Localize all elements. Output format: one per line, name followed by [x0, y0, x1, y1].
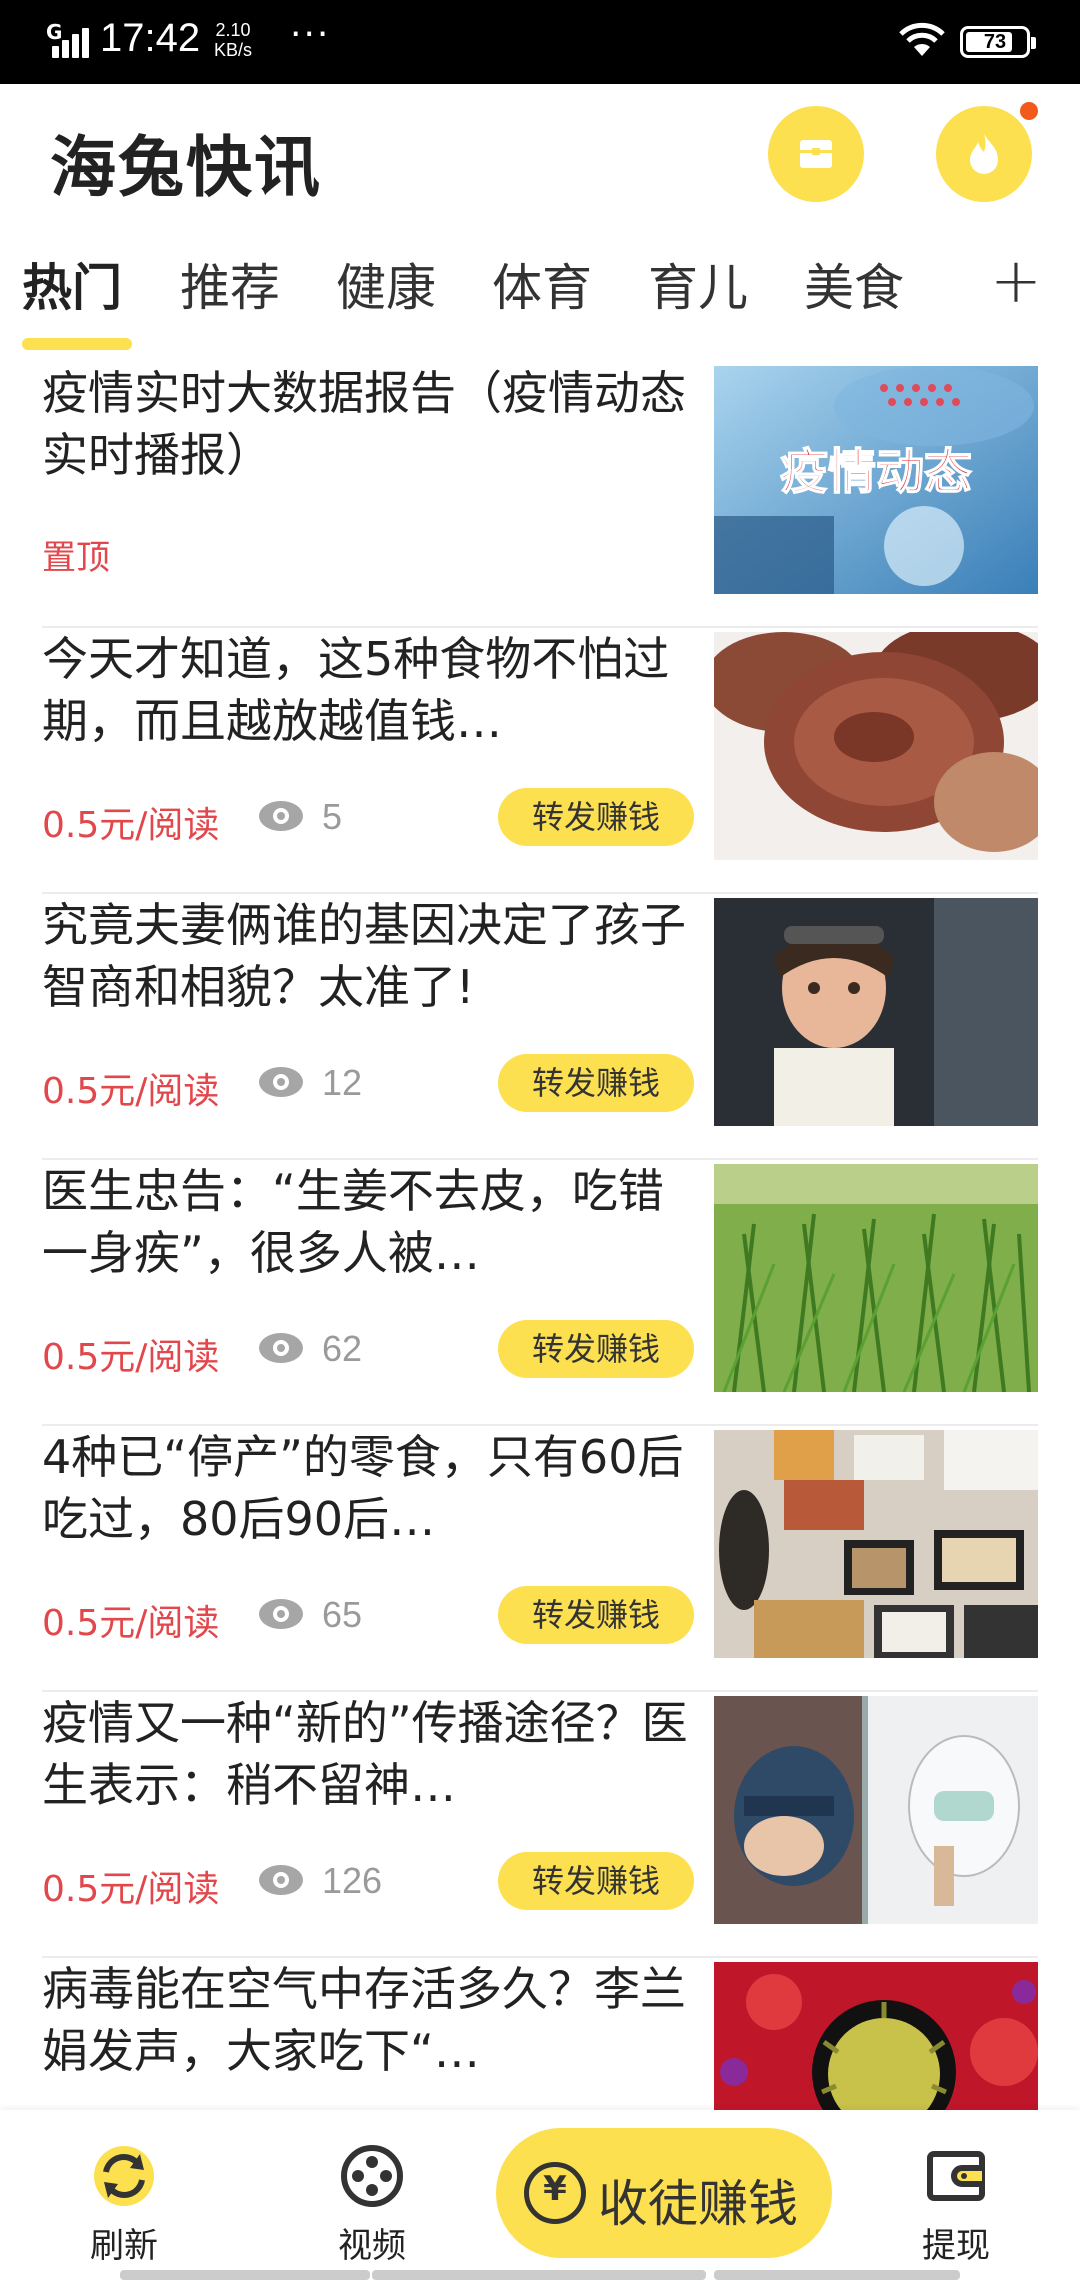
eye-icon [259, 1865, 303, 1895]
view-count: 5 [322, 796, 343, 837]
tab-sports[interactable]: 体育 [492, 248, 592, 320]
signal-icon: G [46, 20, 90, 58]
nav-refresh-label: 刷新 [90, 2226, 158, 2266]
status-bar: G 17:42 2.10 KB/s ··· 73 [0, 0, 1080, 84]
eye-icon [259, 1333, 303, 1363]
article-thumbnail[interactable] [714, 898, 1038, 1126]
list-item[interactable]: 疫情又一种“新的”传播途径？医生表示：稍不留神… 0.5元/阅读 126 转发赚… [42, 1692, 1038, 1958]
view-count: 65 [322, 1594, 363, 1635]
list-item[interactable]: 疫情实时大数据报告（疫情动态实时播报） 置顶 疫情动态 [42, 362, 1038, 628]
recruit-earn-button[interactable]: ¥ 收徒赚钱 [496, 2128, 832, 2258]
notification-dot [1020, 102, 1038, 120]
tab-food[interactable]: 美食 [804, 248, 904, 320]
article-thumbnail[interactable]: 疫情动态 [714, 366, 1038, 594]
share-earn-button[interactable]: 转发赚钱 [498, 788, 694, 846]
nav-withdraw-label: 提现 [922, 2226, 990, 2266]
wifi-icon [899, 22, 945, 56]
nav-refresh[interactable]: 刷新 [64, 2142, 184, 2267]
active-tab-indicator [22, 338, 132, 350]
share-earn-button[interactable]: 转发赚钱 [498, 1320, 694, 1378]
share-earn-button[interactable]: 转发赚钱 [498, 1586, 694, 1644]
reward-rate: 0.5元/阅读 [42, 1071, 220, 1112]
view-count: 62 [322, 1328, 363, 1369]
hot-button[interactable] [936, 102, 1038, 202]
refresh-icon [94, 2146, 154, 2206]
system-nav-indicator [372, 2270, 706, 2280]
tab-recommend[interactable]: 推荐 [180, 248, 280, 320]
more-notifications-icon: ··· [290, 14, 331, 55]
category-tabs: 热门 推荐 健康 体育 育儿 美食 + [0, 238, 1080, 350]
list-item[interactable]: 医生忠告：“生姜不去皮，吃错一身疾”，很多人被… 0.5元/阅读 62 转发赚钱 [42, 1160, 1038, 1426]
recruit-label: 收徒赚钱 [598, 2175, 798, 2233]
nav-video-label: 视频 [338, 2226, 406, 2266]
tab-hot[interactable]: 热门 [22, 248, 122, 320]
eye-icon [259, 1067, 303, 1097]
reward-rate: 0.5元/阅读 [42, 1337, 220, 1378]
article-thumbnail[interactable] [714, 1962, 1038, 2110]
article-title[interactable]: 今天才知道，这5种食物不怕过期，而且越放越值钱… [42, 628, 692, 752]
messages-button[interactable] [768, 106, 864, 202]
network-speed: 2.10 KB/s [214, 20, 253, 60]
pinned-label: 置顶 [42, 538, 110, 578]
eye-icon [259, 801, 303, 831]
article-title[interactable]: 疫情实时大数据报告（疫情动态实时播报） [42, 362, 692, 486]
view-count: 12 [322, 1062, 363, 1103]
mail-icon [800, 140, 832, 168]
reward-rate: 0.5元/阅读 [42, 1869, 220, 1910]
article-thumbnail[interactable] [714, 1696, 1038, 1924]
clock: 17:42 [100, 16, 201, 60]
reward-rate: 0.5元/阅读 [42, 1603, 220, 1644]
system-nav-indicator [714, 2270, 960, 2280]
battery-icon: 73 [960, 26, 1036, 58]
article-title[interactable]: 医生忠告：“生姜不去皮，吃错一身疾”，很多人被… [42, 1160, 692, 1284]
nav-withdraw[interactable]: 提现 [896, 2142, 1016, 2267]
reward-rate: 0.5元/阅读 [42, 805, 220, 846]
film-reel-icon [341, 2145, 403, 2207]
app-header: 海兔快讯 [0, 84, 1080, 234]
share-earn-button[interactable]: 转发赚钱 [498, 1054, 694, 1112]
tab-health[interactable]: 健康 [336, 248, 436, 320]
fire-icon [970, 134, 998, 174]
nav-video[interactable]: 视频 [312, 2142, 432, 2267]
list-item[interactable]: 究竟夫妻俩谁的基因决定了孩子智商和相貌？太准了! 0.5元/阅读 12 转发赚钱 [42, 894, 1038, 1160]
list-item[interactable]: 4种已“停产”的零食，只有60后吃过，80后90后… 0.5元/阅读 65 转发… [42, 1426, 1038, 1692]
article-title[interactable]: 病毒能在空气中存活多久？李兰娟发声，大家吃下“… [42, 1958, 692, 2082]
eye-icon [259, 1599, 303, 1629]
system-nav-indicator [120, 2270, 370, 2280]
article-thumbnail[interactable] [714, 1164, 1038, 1392]
article-thumbnail[interactable] [714, 632, 1038, 860]
view-count: 126 [322, 1860, 383, 1901]
bottom-nav: 刷新 视频 ¥ 收徒赚钱 提现 [0, 2110, 1080, 2280]
article-thumbnail[interactable] [714, 1430, 1038, 1658]
wallet-icon [927, 2151, 985, 2201]
list-item[interactable]: 今天才知道，这5种食物不怕过期，而且越放越值钱… 0.5元/阅读 5 转发赚钱 [42, 628, 1038, 894]
add-tab-button[interactable]: + [990, 244, 1042, 317]
yuan-coin-icon: ¥ [524, 2162, 586, 2224]
article-title[interactable]: 疫情又一种“新的”传播途径？医生表示：稍不留神… [42, 1692, 692, 1816]
share-earn-button[interactable]: 转发赚钱 [498, 1852, 694, 1910]
app-title: 海兔快讯 [50, 129, 322, 206]
article-title[interactable]: 4种已“停产”的零食，只有60后吃过，80后90后… [42, 1426, 692, 1550]
thumbnail-caption: 疫情动态 [780, 444, 972, 500]
tab-parenting[interactable]: 育儿 [648, 248, 748, 320]
article-title[interactable]: 究竟夫妻俩谁的基因决定了孩子智商和相貌？太准了! [42, 894, 692, 1018]
